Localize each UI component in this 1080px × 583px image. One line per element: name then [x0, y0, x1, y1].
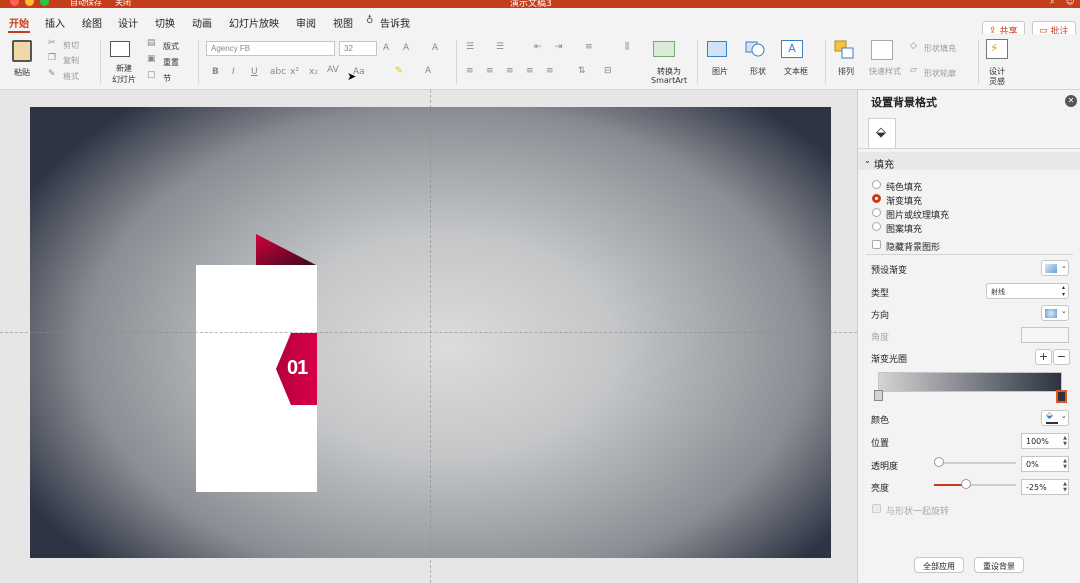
- paint-bucket-icon: ⬙: [876, 125, 886, 140]
- gradient-type-dropdown[interactable]: 射线 ▴ ▾: [986, 283, 1069, 299]
- badge-number: 01: [287, 357, 308, 379]
- direction-dropdown[interactable]: ⌄: [1041, 305, 1069, 321]
- radio-solid-fill[interactable]: [872, 180, 881, 189]
- stepper-icon[interactable]: ▲ ▼: [1063, 458, 1067, 470]
- transparency-value: 0%: [1026, 460, 1039, 469]
- brightness-value: -25%: [1026, 483, 1047, 492]
- gradient-stop-end[interactable]: [1056, 390, 1067, 403]
- account-icon[interactable]: ☺: [1066, 0, 1074, 6]
- remove-stop-button[interactable]: −: [1053, 349, 1070, 365]
- solid-fill-label: 纯色填充: [886, 183, 923, 193]
- color-swatch: [1046, 422, 1058, 424]
- fill-tab[interactable]: ⬙: [868, 118, 896, 148]
- radio-picture-fill[interactable]: [872, 208, 881, 217]
- quick-styles-icon[interactable]: [871, 40, 893, 60]
- transparency-slider-knob[interactable]: [934, 457, 944, 467]
- designer-icon[interactable]: ⚡: [986, 39, 1008, 59]
- shape-outline-button[interactable]: 形状轮廓: [924, 68, 956, 79]
- rotate-with-shape-label: 与形状一起旋转: [886, 507, 950, 517]
- format-background-panel: 设置背景格式 ✕ ⬙ ⌄ 填充 纯色填充 渐变填充 图片或纹理填充 图案填充 隐…: [857, 90, 1080, 583]
- quick-styles-button[interactable]: 快速样式: [869, 66, 901, 77]
- panel-title: 设置背景格式: [871, 96, 937, 109]
- hide-bg-graphics-label: 隐藏背景图形: [886, 243, 941, 253]
- divider: [978, 40, 979, 84]
- transparency-slider-track[interactable]: [934, 462, 1016, 464]
- preset-gradient-dropdown[interactable]: ⌄: [1041, 260, 1069, 276]
- color-label: 颜色: [871, 416, 890, 426]
- paint-bucket-icon: ⬙: [1046, 411, 1053, 421]
- gradient-fill-label: 渐变填充: [886, 197, 923, 207]
- add-stop-button[interactable]: +: [1035, 349, 1052, 365]
- rotate-with-shape-checkbox[interactable]: [872, 504, 881, 513]
- stepper-icon: ▴ ▾: [1061, 284, 1065, 298]
- brightness-field[interactable]: -25% ▲ ▼: [1021, 479, 1069, 495]
- position-field[interactable]: 100% ▲ ▼: [1021, 433, 1069, 449]
- color-picker-button[interactable]: ⬙ ⌄: [1041, 410, 1069, 426]
- gradient-stops-label: 渐变光圈: [871, 355, 908, 365]
- divider: [858, 148, 1080, 149]
- gradient-stops-bar[interactable]: [878, 372, 1062, 392]
- gradient-type-value: 射线: [991, 288, 1005, 296]
- shape-fill-icon: ◇: [910, 41, 917, 51]
- direction-label: 方向: [871, 311, 890, 321]
- chevron-down-icon: ⌄: [1061, 412, 1067, 420]
- radio-pattern-fill[interactable]: [872, 222, 881, 231]
- close-panel-button[interactable]: ✕: [1065, 95, 1077, 107]
- stepper-icon[interactable]: ▲ ▼: [1063, 481, 1067, 493]
- mouse-cursor-icon: ➤: [347, 70, 357, 83]
- transparency-label: 透明度: [871, 462, 899, 472]
- designer-label-2[interactable]: 灵感: [989, 76, 1005, 87]
- direction-swatch-icon: [1045, 309, 1057, 318]
- position-label: 位置: [871, 439, 890, 449]
- chevron-down-icon: ⌄: [1061, 307, 1067, 315]
- shape-outline-icon: ▱: [910, 65, 917, 75]
- search-icon[interactable]: ⌕: [1050, 0, 1054, 7]
- folded-tab[interactable]: [256, 234, 316, 265]
- brightness-slider-knob[interactable]: [961, 479, 971, 489]
- shape-fill-button[interactable]: 形状填充: [924, 43, 956, 54]
- slide-graphics[interactable]: [0, 0, 857, 583]
- brightness-label: 亮度: [871, 484, 890, 494]
- picture-fill-label: 图片或纹理填充: [886, 211, 950, 221]
- hide-bg-graphics-checkbox[interactable]: [872, 240, 881, 249]
- horizontal-guide[interactable]: [0, 332, 857, 333]
- preset-gradient-label: 预设渐变: [871, 266, 908, 276]
- pattern-fill-label: 图案填充: [886, 225, 923, 235]
- stepper-icon[interactable]: ▲ ▼: [1063, 435, 1067, 447]
- gradient-stop-start[interactable]: [874, 390, 883, 401]
- angle-label: 角度: [871, 333, 890, 343]
- chevron-down-icon: ⌄: [1061, 262, 1067, 270]
- type-label: 类型: [871, 289, 890, 299]
- apply-all-button[interactable]: 全部应用: [914, 557, 964, 573]
- reset-background-button[interactable]: 重设背景: [974, 557, 1024, 573]
- position-value: 100%: [1026, 437, 1049, 446]
- angle-field[interactable]: [1021, 327, 1069, 343]
- divider: [866, 254, 1073, 255]
- radio-gradient-fill[interactable]: [872, 194, 881, 203]
- vertical-guide[interactable]: [430, 90, 431, 583]
- gradient-swatch-icon: [1045, 264, 1057, 273]
- transparency-field[interactable]: 0% ▲ ▼: [1021, 456, 1069, 472]
- chevron-down-icon: ⌄: [864, 156, 871, 165]
- fill-section-label: 填充: [874, 160, 894, 171]
